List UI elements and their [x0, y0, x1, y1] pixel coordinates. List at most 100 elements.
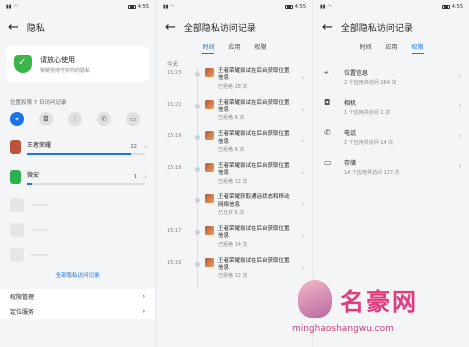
status-bar: ▮▮ ◠ 4:55 — [157, 0, 312, 14]
chevron-right-icon: › — [458, 102, 461, 110]
category-summary: 14 个应用共访问 127 次 — [344, 170, 400, 176]
chevron-right-icon: › — [458, 132, 461, 140]
timeline-item[interactable]: 15:19 王者荣耀尝试在后台获取位置信息 已拒绝 8 次 › — [157, 131, 312, 163]
category-summary: 2 个应用共访问 14 次 — [344, 140, 394, 146]
event-time: 15:16 — [167, 259, 182, 266]
timeline-dot — [195, 135, 200, 141]
event-text: 王者荣耀尝试在后台获取位置信息 — [218, 99, 290, 114]
location-icon: ⌖ — [324, 68, 329, 77]
event-text: 王者荣耀尝试在后台获取位置信息 — [218, 225, 290, 240]
timeline-item[interactable]: 王者荣耀获取通话状态和移动网络信息 已允许 6 次 › — [157, 194, 312, 226]
back-arrow-icon[interactable]: ← — [8, 21, 19, 34]
event-text: 王者荣耀尝试在后台获取位置信息 — [218, 162, 290, 177]
tab-app[interactable]: 应用 — [228, 42, 240, 54]
app-icon — [205, 194, 214, 204]
event-result: 已拒绝 14 次 — [218, 241, 248, 248]
camera-icon[interactable]: ◘ — [39, 112, 53, 126]
card-title: 请放心使用 — [40, 55, 75, 64]
app-row[interactable]: 王者荣耀 22 › — [0, 132, 155, 162]
event-text: 王者荣耀尝试在后台获取位置信息 — [218, 257, 290, 271]
menu-item-location[interactable]: 定位服务 › — [0, 304, 155, 319]
timeline-dot — [195, 229, 200, 235]
status-time: 4:55 — [137, 4, 149, 10]
event-result: 已拒绝 8 次 — [218, 147, 245, 154]
timeline-dot — [195, 198, 200, 204]
event-time: 15:18 — [167, 164, 182, 171]
event-result: 已拒绝 12 次 — [218, 273, 248, 280]
status-time: 4:55 — [294, 4, 306, 10]
event-time: 15:22 — [167, 101, 182, 108]
back-arrow-icon[interactable]: ← — [322, 21, 333, 34]
event-result: 已拒绝 8 次 — [218, 115, 245, 122]
placeholder-row — [0, 192, 155, 217]
chevron-right-icon: › — [301, 137, 304, 146]
battery-icon — [127, 5, 136, 9]
card-subtitle: 荣耀将持守护你的隐私 — [40, 67, 91, 74]
chevron-right-icon: › — [301, 200, 304, 209]
permission-category-row[interactable]: ◘ 相机 1 个应用共访问 1 次 › — [314, 92, 469, 122]
chevron-right-icon: › — [301, 105, 304, 114]
chevron-right-icon: › — [144, 173, 147, 181]
app-name: 王者荣耀 — [27, 141, 52, 149]
category-name: 电话 — [344, 130, 357, 137]
permission-category-row[interactable]: ▭ 存储 14 个应用共访问 127 次 › — [314, 152, 469, 182]
back-arrow-icon[interactable]: ← — [165, 21, 176, 34]
placeholder-row — [0, 242, 155, 267]
access-count: 1 — [133, 174, 137, 180]
permission-category-row[interactable]: ⌖ 位置信息 2 个应用共访问 264 次 › — [314, 62, 469, 92]
timeline-item[interactable]: 15:16 王者荣耀尝试在后台获取位置信息 已拒绝 12 次 › — [157, 257, 312, 290]
timeline-dot — [195, 166, 200, 172]
category-summary: 1 个应用共访问 1 次 — [344, 110, 391, 116]
app-row[interactable]: 微安 1 › — [0, 162, 155, 192]
timeline-item[interactable]: 15:17 王者荣耀尝试在后台获取位置信息 已拒绝 14 次 › — [157, 225, 312, 258]
app-icon — [205, 131, 214, 141]
timeline-dot — [195, 72, 200, 77]
status-bar: ▮▮ ◠ 4:55 — [0, 0, 155, 14]
chevron-right-icon: › — [458, 162, 461, 170]
app-icon — [205, 162, 214, 172]
wifi-icon: ◠ — [170, 4, 175, 10]
timeline-dot — [195, 103, 200, 109]
app-icon — [205, 257, 214, 267]
header: ← 全部隐私访问记录 — [314, 14, 469, 40]
battery-icon — [284, 5, 293, 9]
records-by-time-screen: ▮▮ ◠ 4:55 ← 全部隐私访问记录 时间 应用 权限 今天 15:23 王者… — [157, 0, 312, 347]
chevron-right-icon: › — [142, 308, 145, 315]
folder-icon[interactable]: ▭ — [126, 112, 140, 126]
microphone-icon[interactable]: ⁝ — [68, 112, 82, 126]
tab-permission[interactable]: 权限 — [411, 42, 424, 54]
chevron-right-icon: › — [301, 74, 304, 82]
tab-time[interactable]: 时间 — [359, 42, 371, 54]
battery-icon — [441, 5, 450, 9]
permission-category-row[interactable]: ✆ 电话 2 个应用共访问 14 次 › — [314, 122, 469, 152]
timeline-item[interactable]: 15:22 王者荣耀尝试在后台获取位置信息 已拒绝 8 次 › — [157, 99, 312, 132]
app-icon — [205, 99, 214, 109]
status-bar: ▮▮ ◠ 4:55 — [314, 0, 469, 14]
timeline-item[interactable]: 15:23 王者荣耀尝试在后台获取位置信息 已拒绝 28 次 › — [157, 68, 312, 100]
all-records-link[interactable]: 全部隐私访问记录 — [0, 271, 155, 279]
chevron-right-icon: › — [301, 231, 304, 240]
event-time: 15:19 — [167, 133, 182, 140]
category-name: 存储 — [344, 160, 357, 167]
permission-filter-row: ⌖ ◘ ⁝ ✆ ▭ — [0, 106, 155, 132]
privacy-screen: ▮▮◠ 4:55 ← 隐私 请放心使用 荣耀将持守护你的隐私 位置权限 7 日访… — [0, 0, 155, 347]
header: ← 全部隐私访问记录 — [157, 14, 312, 40]
header: ← 隐私 — [0, 14, 155, 40]
event-text: 王者荣耀尝试在后台获取位置信息 — [218, 68, 290, 82]
tab-app[interactable]: 应用 — [385, 42, 397, 54]
watermark-url: minghaoshangwu.com — [292, 324, 394, 334]
page-title: 全部隐私访问记录 — [340, 23, 413, 34]
timeline-item[interactable]: 15:18 王者荣耀尝试在后台获取位置信息 已拒绝 12 次 › — [157, 162, 312, 195]
event-result: 已允许 6 次 — [218, 210, 245, 217]
camera-icon: ◘ — [324, 98, 331, 107]
privacy-status-card: 请放心使用 荣耀将持守护你的隐私 — [6, 46, 149, 82]
event-text: 王者荣耀获取通话状态和移动网络信息 — [218, 194, 290, 208]
tab-time[interactable]: 时间 — [202, 42, 215, 54]
app-name: 微安 — [27, 171, 40, 179]
page-title: 全部隐私访问记录 — [183, 23, 256, 34]
usage-bar — [27, 182, 145, 185]
menu-item-permissions[interactable]: 权限管理 › — [0, 289, 155, 304]
phone-icon[interactable]: ✆ — [97, 112, 111, 126]
tab-permission[interactable]: 权限 — [255, 42, 267, 54]
location-icon[interactable]: ⌖ — [10, 112, 24, 126]
